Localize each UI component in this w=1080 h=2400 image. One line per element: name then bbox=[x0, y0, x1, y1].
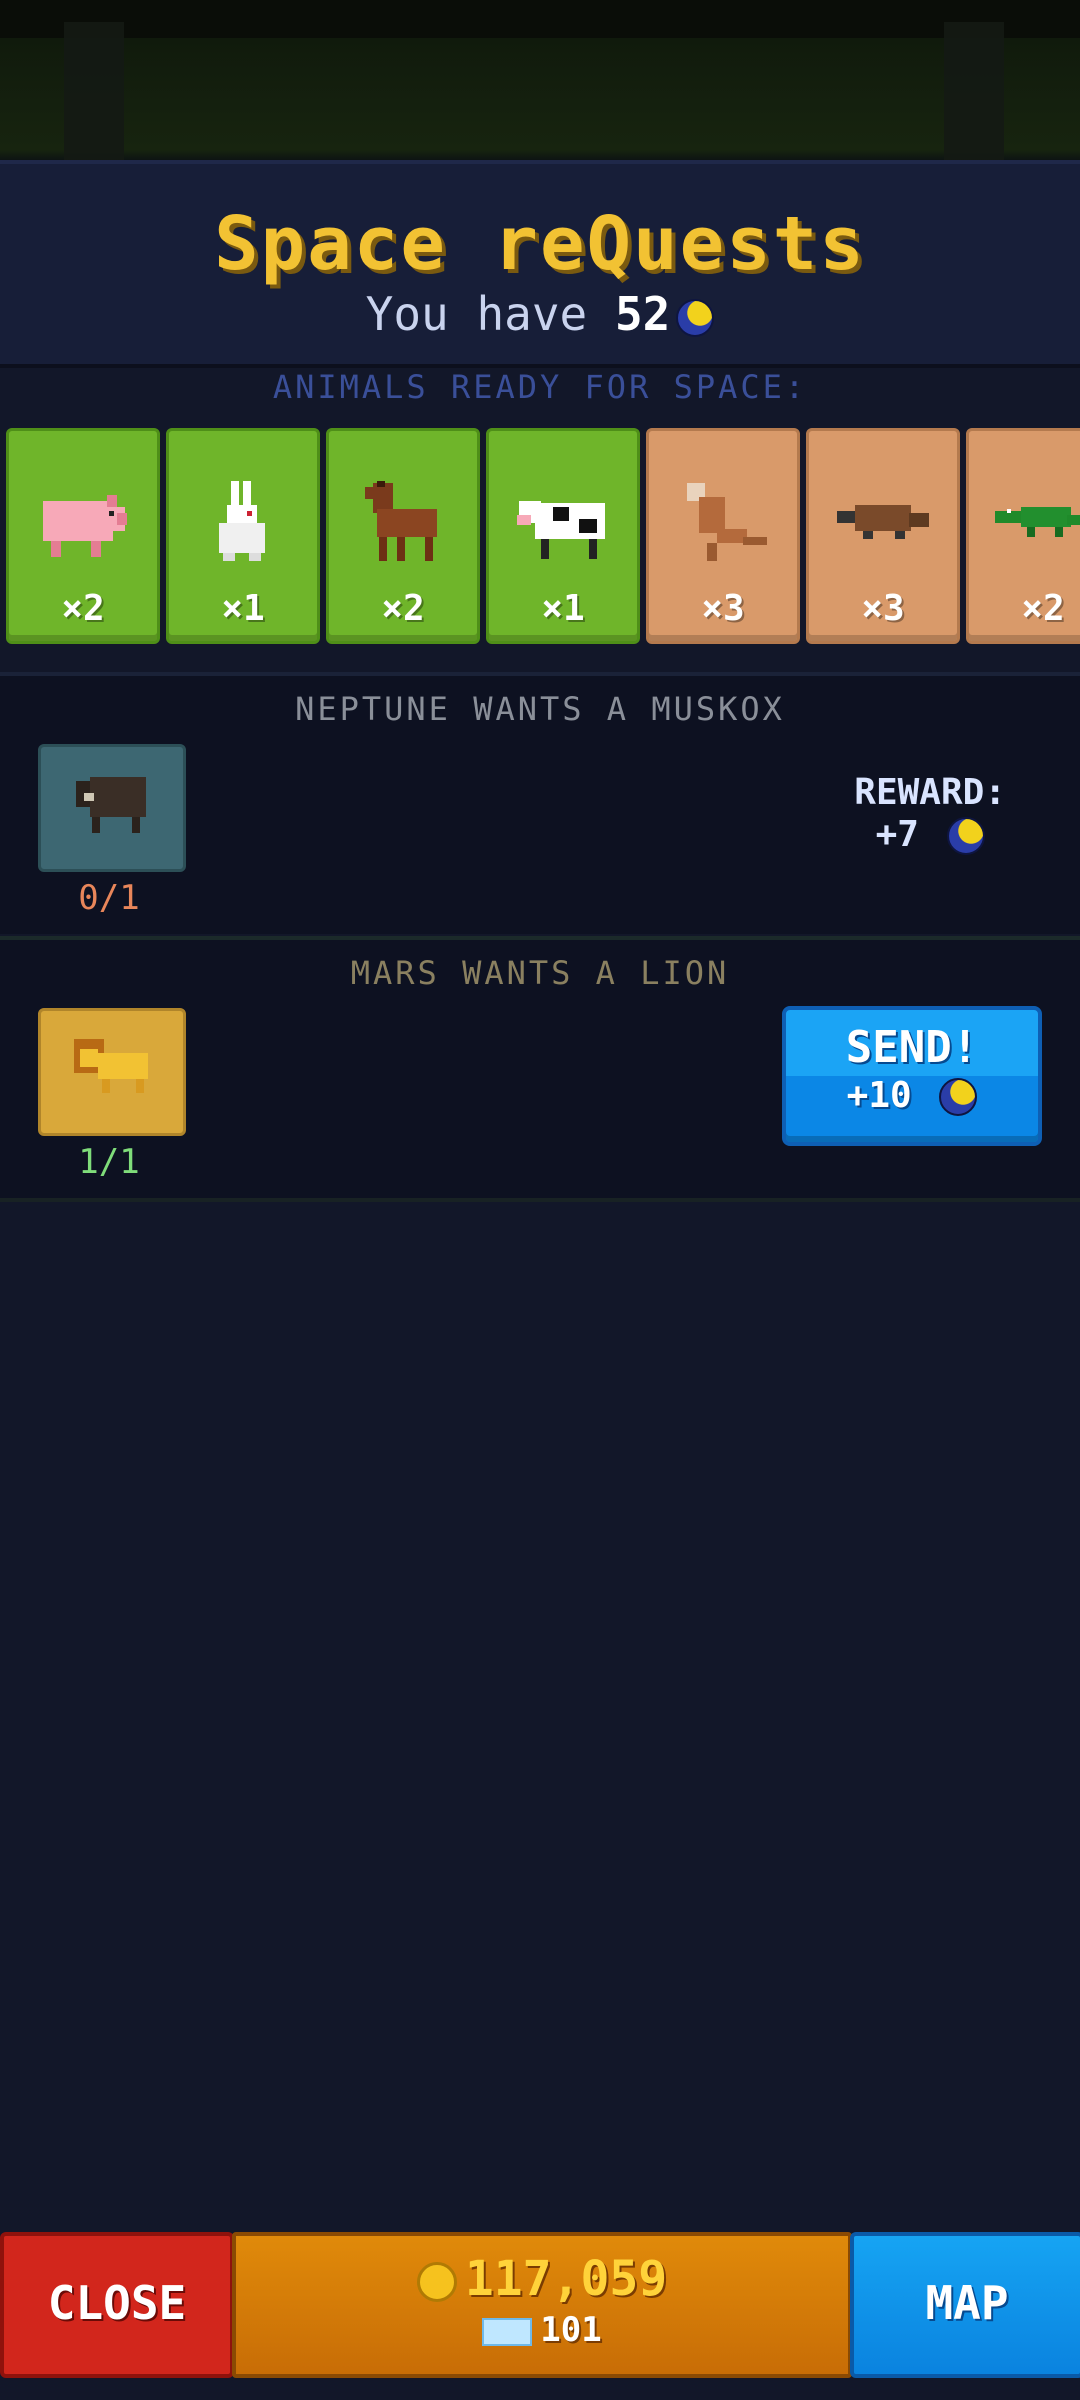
quest-title: NEPTUNE WANTS A MUSKOX bbox=[295, 690, 785, 728]
quest-progress: 0/1 bbox=[78, 878, 140, 918]
moon-icon bbox=[676, 298, 715, 337]
animal-count: ×2 bbox=[1021, 588, 1065, 629]
animal-count: ×1 bbox=[541, 588, 585, 629]
animal-card-platypus[interactable]: ×3 bbox=[806, 428, 960, 644]
page-title: Space reQuests bbox=[214, 201, 866, 287]
animal-card-crocodile[interactable]: ×2 bbox=[966, 428, 1080, 644]
crocodile-icon bbox=[995, 507, 1080, 537]
animal-count: ×1 bbox=[221, 588, 265, 629]
moon-icon bbox=[946, 817, 985, 855]
close-button[interactable]: CLOSE bbox=[0, 2232, 234, 2378]
balance-prefix: You have bbox=[365, 287, 588, 341]
send-reward: +10 bbox=[846, 1075, 912, 1116]
animal-count: ×3 bbox=[701, 588, 745, 629]
rabbit-icon bbox=[219, 481, 265, 561]
muskox-slot bbox=[38, 744, 186, 872]
kangaroo-icon bbox=[687, 483, 767, 561]
reward-label: REWARD: bbox=[854, 772, 1006, 813]
cow-icon bbox=[517, 501, 605, 559]
send-label: SEND! bbox=[845, 1022, 979, 1073]
balance-amount: 52 bbox=[614, 287, 671, 341]
horse-icon bbox=[365, 481, 437, 561]
currency-panel[interactable]: 117,059 101 bbox=[232, 2232, 852, 2378]
gem-icon bbox=[482, 2317, 533, 2346]
background-pillar bbox=[64, 22, 124, 160]
quest-progress: 1/1 bbox=[78, 1142, 140, 1182]
muskox-icon bbox=[76, 777, 146, 833]
game-background-strip bbox=[0, 0, 1080, 160]
quests-header: Space reQuests You have 52 bbox=[0, 160, 1080, 368]
animal-card-pig[interactable]: ×2 bbox=[6, 428, 160, 644]
coin-icon bbox=[416, 2262, 457, 2302]
pig-icon bbox=[43, 495, 127, 557]
animal-inventory: ×2 ×1 ×2 ×1 ×3 ×3 ×2 bbox=[6, 428, 1080, 644]
bottom-bar: CLOSE 117,059 101 MAP bbox=[0, 2228, 1080, 2378]
moon-balance: You have 52 bbox=[0, 286, 1080, 342]
send-button[interactable]: SEND! +10 bbox=[782, 1006, 1042, 1146]
quest-mars: MARS WANTS A LION 1/1 SEND! +10 bbox=[0, 936, 1080, 1202]
ready-label: ANIMALS READY FOR SPACE: bbox=[272, 368, 808, 406]
quest-neptune: NEPTUNE WANTS A MUSKOX 0/1 REWARD: +7 bbox=[0, 672, 1080, 934]
animal-count: ×3 bbox=[861, 588, 905, 629]
map-button[interactable]: MAP bbox=[850, 2232, 1080, 2378]
lion-slot bbox=[38, 1008, 186, 1136]
lion-icon bbox=[74, 1039, 148, 1093]
reward-value: +7 bbox=[875, 814, 919, 855]
animal-count: ×2 bbox=[61, 588, 105, 629]
gem-amount: 101 bbox=[540, 2310, 602, 2350]
quest-title: MARS WANTS A LION bbox=[350, 954, 730, 992]
platypus-icon bbox=[837, 505, 929, 539]
animal-card-kangaroo[interactable]: ×3 bbox=[646, 428, 800, 644]
quest-reward: REWARD: +7 bbox=[854, 772, 1006, 856]
animal-card-rabbit[interactable]: ×1 bbox=[166, 428, 320, 644]
animal-card-cow[interactable]: ×1 bbox=[486, 428, 640, 644]
coin-amount: 117,059 bbox=[464, 2251, 668, 2307]
moon-icon bbox=[939, 1078, 978, 1116]
animal-count: ×2 bbox=[381, 588, 425, 629]
animal-card-horse[interactable]: ×2 bbox=[326, 428, 480, 644]
background-pillar bbox=[944, 22, 1004, 160]
